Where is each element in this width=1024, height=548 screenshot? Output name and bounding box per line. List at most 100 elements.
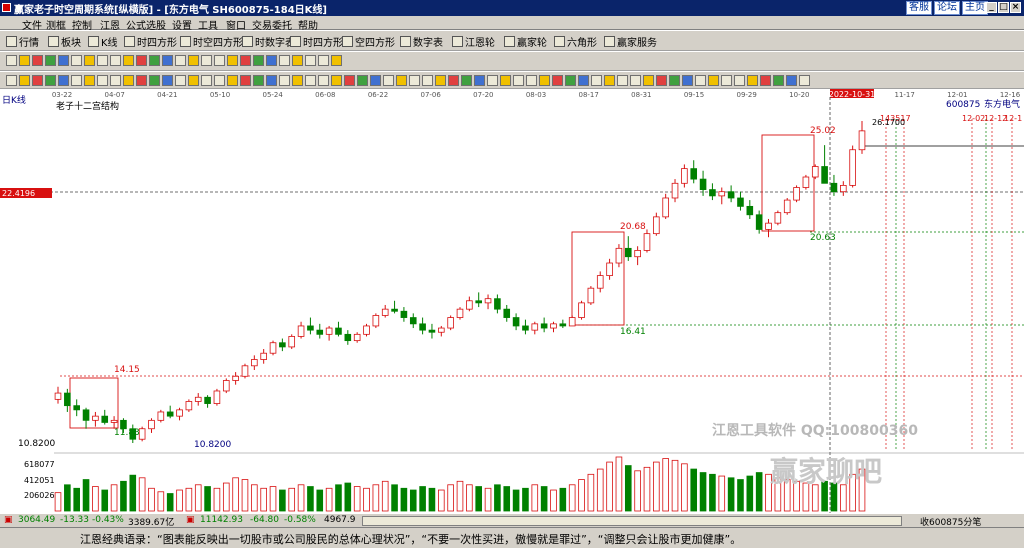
tool-icon-button[interactable] [630, 75, 641, 86]
tool-sector[interactable]: 板块 [48, 34, 81, 49]
menu-gann[interactable]: 江恩 [100, 17, 120, 32]
menu-tools[interactable]: 工具 [198, 17, 218, 32]
tool-icon-button[interactable] [19, 55, 30, 66]
tool-icon-button[interactable] [552, 75, 563, 86]
tool-icon-button[interactable] [45, 55, 56, 66]
menu-help[interactable]: 帮助 [298, 17, 318, 32]
tool-icon-button[interactable] [578, 75, 589, 86]
tool-space-square[interactable]: 空四方形 [342, 34, 395, 49]
tool-icon-button[interactable] [175, 75, 186, 86]
tool-icon-button[interactable] [669, 75, 680, 86]
link-home[interactable]: 主页 [962, 1, 988, 15]
tool-icon-button[interactable] [799, 75, 810, 86]
tool-icon-button[interactable] [6, 75, 17, 86]
tool-icon-button[interactable] [747, 75, 758, 86]
menu-trade[interactable]: 交易委托 [252, 17, 292, 32]
tool-icon-button[interactable] [123, 55, 134, 66]
tool-icon-button[interactable] [240, 55, 251, 66]
kline-chart[interactable]: 03-22 04-07 04-21 05-10 05-24 06-08 06-22 07-06… [0, 89, 1024, 513]
tool-icon-button[interactable] [71, 75, 82, 86]
tool-icon-button[interactable] [708, 75, 719, 86]
tool-icon-button[interactable] [214, 55, 225, 66]
menu-test[interactable]: 测框 [46, 17, 66, 32]
tool-icon-button[interactable] [357, 75, 368, 86]
tool-icon-button[interactable] [422, 75, 433, 86]
tool-icon-button[interactable] [487, 75, 498, 86]
tool-gann-wheel[interactable]: 江恩轮 [452, 34, 495, 49]
tool-icon-button[interactable] [682, 75, 693, 86]
tool-icon-button[interactable] [591, 75, 602, 86]
tool-icon-button[interactable] [279, 55, 290, 66]
tool-icon-button[interactable] [539, 75, 550, 86]
tool-time-square[interactable]: 时四方形 [124, 34, 177, 49]
tool-icon-button[interactable] [58, 75, 69, 86]
tool-icon-button[interactable] [6, 55, 17, 66]
tool-number-table[interactable]: 数字表 [400, 34, 443, 49]
tool-icon-button[interactable] [396, 75, 407, 86]
tool-icon-button[interactable] [227, 75, 238, 86]
tool-icon-button[interactable] [136, 75, 147, 86]
tool-icon-button[interactable] [773, 75, 784, 86]
tool-winner-service[interactable]: 赢家服务 [604, 34, 657, 49]
tool-icon-button[interactable] [162, 75, 173, 86]
tool-hexagon[interactable]: 六角形 [554, 34, 597, 49]
tool-icon-button[interactable] [71, 55, 82, 66]
tool-icon-button[interactable] [786, 75, 797, 86]
tool-icon-button[interactable] [97, 55, 108, 66]
tool-icon-button[interactable] [266, 75, 277, 86]
tool-icon-button[interactable] [123, 75, 134, 86]
maximize-button[interactable]: □ [998, 2, 1009, 13]
tool-icon-button[interactable] [695, 75, 706, 86]
tool-icon-button[interactable] [45, 75, 56, 86]
tool-icon-button[interactable] [734, 75, 745, 86]
tool-icon-button[interactable] [136, 55, 147, 66]
tool-kline[interactable]: K线 [88, 34, 118, 49]
tool-icon-button[interactable] [84, 75, 95, 86]
tool-icon-button[interactable] [305, 75, 316, 86]
tool-icon-button[interactable] [32, 75, 43, 86]
tool-icon-button[interactable] [227, 55, 238, 66]
tool-icon-button[interactable] [266, 55, 277, 66]
tool-icon-button[interactable] [110, 75, 121, 86]
tool-icon-button[interactable] [526, 75, 537, 86]
tool-icon-button[interactable] [292, 55, 303, 66]
tool-winner-wheel[interactable]: 赢家轮 [504, 34, 547, 49]
tool-icon-button[interactable] [331, 55, 342, 66]
tool-icon-button[interactable] [188, 55, 199, 66]
tool-icon-button[interactable] [383, 75, 394, 86]
tool-icon-button[interactable] [565, 75, 576, 86]
tool-icon-button[interactable] [97, 75, 108, 86]
tool-time-square-2[interactable]: 时四方形 [290, 34, 343, 49]
minimize-button[interactable]: _ [986, 2, 997, 13]
tool-icon-button[interactable] [318, 55, 329, 66]
tool-icon-button[interactable] [760, 75, 771, 86]
tool-icon-button[interactable] [279, 75, 290, 86]
tool-icon-button[interactable] [292, 75, 303, 86]
menu-control[interactable]: 控制 [72, 17, 92, 32]
tool-quote[interactable]: 行情 [6, 34, 39, 49]
menu-settings[interactable]: 设置 [172, 17, 192, 32]
scrollbar[interactable] [362, 516, 902, 526]
tool-icon-button[interactable] [201, 75, 212, 86]
tool-icon-button[interactable] [409, 75, 420, 86]
tool-icon-button[interactable] [474, 75, 485, 86]
menu-file[interactable]: 文件 [22, 17, 42, 32]
tool-icon-button[interactable] [149, 75, 160, 86]
link-forum[interactable]: 论坛 [934, 1, 960, 15]
tool-icon-button[interactable] [643, 75, 654, 86]
tool-time-number-table[interactable]: 时数字表 [242, 34, 295, 49]
tool-icon-button[interactable] [617, 75, 628, 86]
tool-icon-button[interactable] [500, 75, 511, 86]
tool-space-time-square[interactable]: 时空四方形 [180, 34, 243, 49]
tool-icon-button[interactable] [604, 75, 615, 86]
tool-icon-button[interactable] [214, 75, 225, 86]
tool-icon-button[interactable] [32, 55, 43, 66]
tool-icon-button[interactable] [240, 75, 251, 86]
tool-icon-button[interactable] [318, 75, 329, 86]
tool-icon-button[interactable] [656, 75, 667, 86]
tool-icon-button[interactable] [721, 75, 732, 86]
tool-icon-button[interactable] [435, 75, 446, 86]
tool-icon-button[interactable] [84, 55, 95, 66]
tool-icon-button[interactable] [513, 75, 524, 86]
tool-icon-button[interactable] [162, 55, 173, 66]
